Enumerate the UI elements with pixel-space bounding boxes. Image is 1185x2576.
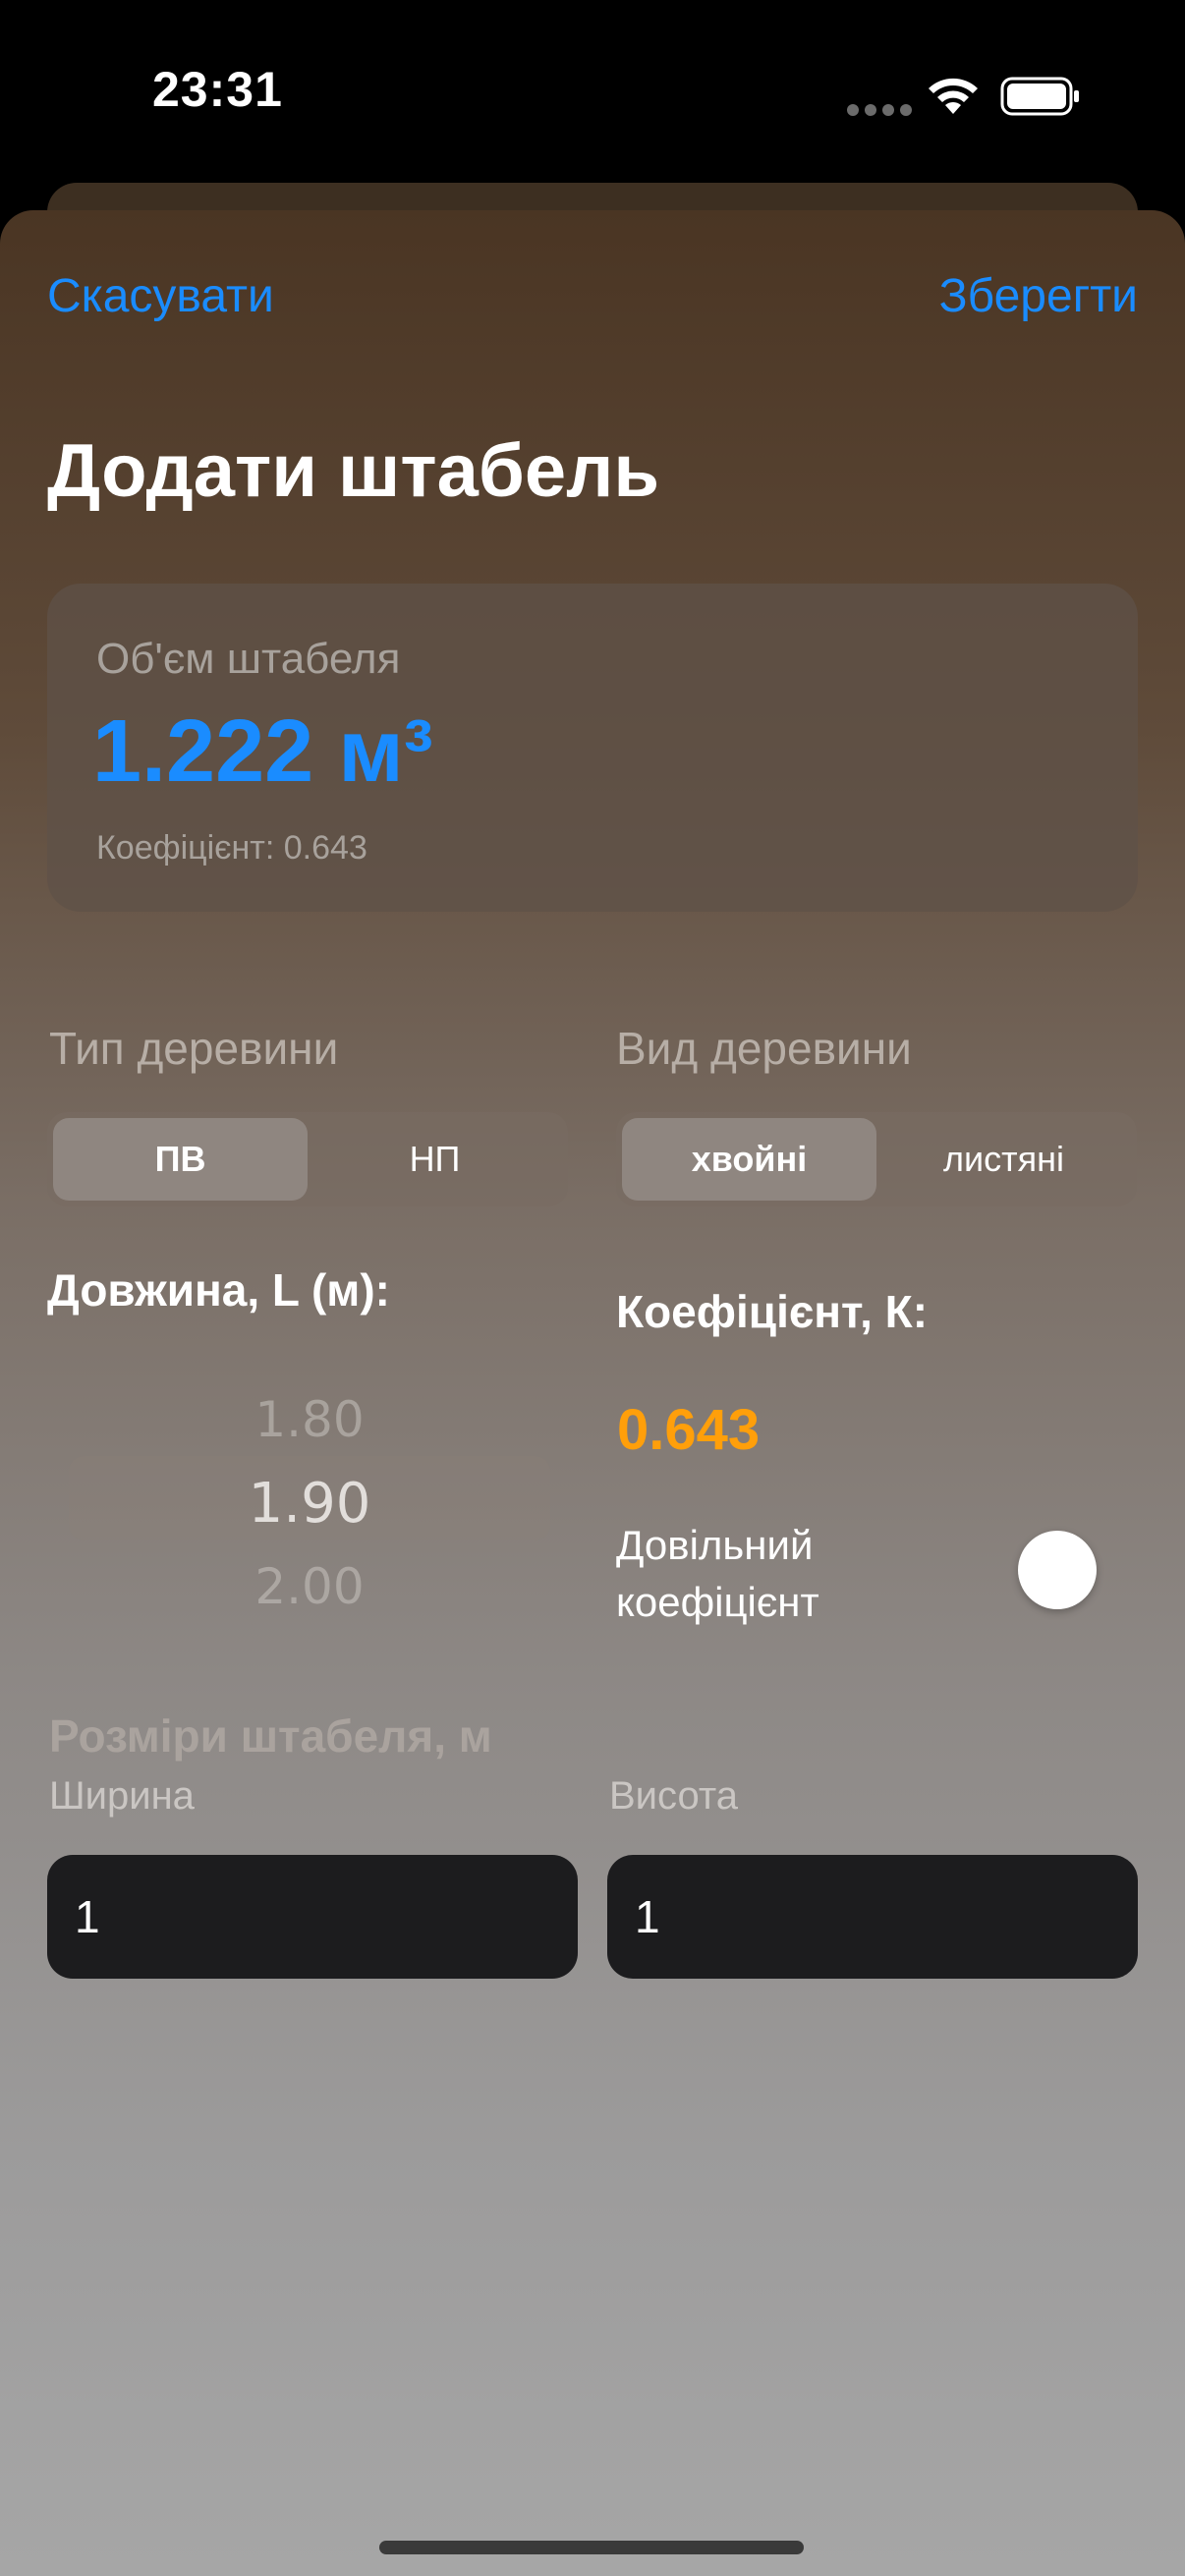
battery-icon [1000,77,1079,116]
segment-pv[interactable]: ПВ [53,1118,308,1201]
wood-kind-label: Вид деревини [616,1023,912,1074]
volume-card: Об'єм штабеля 1.222 м³ Коефіцієнт: 0.643 [47,584,1138,912]
volume-label: Об'єм штабеля [96,635,401,683]
volume-coefficient: Коефіцієнт: 0.643 [96,829,367,867]
wifi-icon [929,78,978,114]
picker-prev-value[interactable]: 1.80 [69,1391,550,1448]
toggle-knob [1018,1531,1097,1609]
height-input[interactable] [607,1855,1138,1979]
coefficient-value: 0.643 [617,1398,761,1462]
wood-type-segmented: ПВ НП [47,1112,568,1206]
picker-current-value[interactable]: 1.90 [69,1472,550,1536]
segment-np[interactable]: НП [308,1118,562,1201]
height-label: Висота [609,1774,738,1818]
wood-kind-segmented: хвойні листяні [616,1112,1137,1206]
segment-deciduous[interactable]: листяні [876,1118,1131,1201]
wood-type-label: Тип деревини [49,1023,339,1074]
dimensions-label: Розміри штабеля, м [49,1710,492,1762]
coefficient-label: Коефіцієнт, К: [616,1286,929,1337]
width-input[interactable] [47,1855,578,1979]
custom-coefficient-toggle[interactable] [983,1527,1100,1609]
width-label: Ширина [49,1774,195,1818]
cancel-button[interactable]: Скасувати [47,269,274,323]
custom-coefficient-label: Довільний коефіцієнт [616,1522,819,1625]
add-stack-sheet: Скасувати Зберегти Додати штабель Об'єм … [0,210,1185,2576]
signal-dots-icon [847,104,912,116]
volume-value: 1.222 м³ [92,702,433,801]
home-indicator[interactable] [379,2541,804,2554]
status-time: 23:31 [152,62,283,117]
picker-next-value[interactable]: 2.00 [69,1558,550,1615]
status-bar: 23:31 [0,0,1185,187]
length-picker[interactable]: 1.80 1.90 2.00 [69,1372,550,1627]
save-button[interactable]: Зберегти [939,269,1138,323]
length-label: Довжина, L (м): [47,1264,390,1316]
segment-coniferous[interactable]: хвойні [622,1118,876,1201]
page-title: Додати штабель [47,429,660,513]
